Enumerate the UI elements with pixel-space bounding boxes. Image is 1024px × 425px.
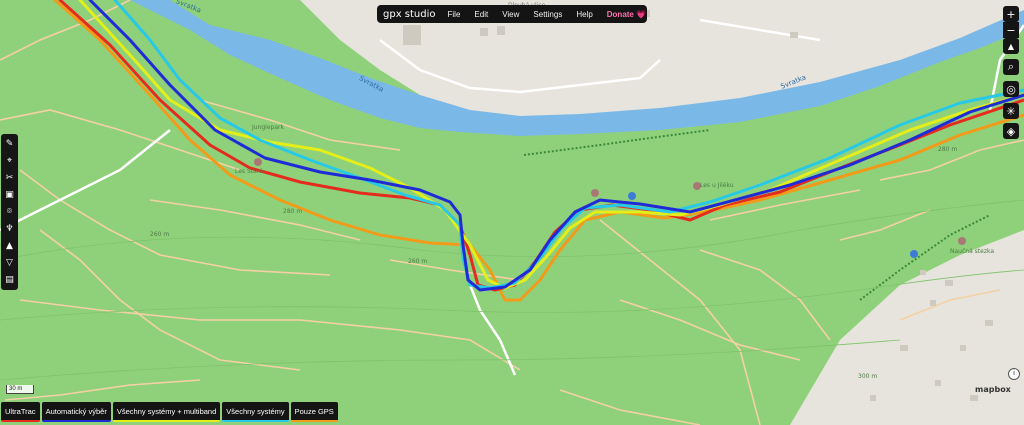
menu-view[interactable]: View bbox=[502, 10, 519, 19]
place-label: Les Staré bbox=[235, 168, 263, 175]
filter-icon[interactable]: ▽ bbox=[1, 254, 18, 271]
contour-label: 280 m bbox=[283, 208, 303, 215]
left-toolbar: ✎ ⌖ ✂ ▣ ⌾ ♆ ▲ ▽ ▤ bbox=[1, 134, 18, 290]
scissors-icon[interactable]: ✂ bbox=[1, 169, 18, 186]
legend-label: UltraTrac bbox=[5, 407, 36, 416]
place-label: Les u Jiléku bbox=[700, 182, 734, 189]
layers-icon[interactable]: ◈ bbox=[1003, 123, 1019, 139]
menu-settings[interactable]: Settings bbox=[533, 10, 562, 19]
legend-label: Všechny systémy bbox=[226, 407, 285, 416]
app-menubar: gpx studio File Edit View Settings Help … bbox=[377, 5, 647, 23]
legend-vsechny-systemy[interactable]: Všechny systémy bbox=[222, 402, 289, 422]
zoom-out-button[interactable]: − bbox=[1003, 22, 1019, 38]
legend-label: Všechny systémy + multiband bbox=[116, 407, 217, 416]
scale-bar: 30 m bbox=[6, 385, 34, 394]
calendar-icon[interactable]: ▣ bbox=[1, 186, 18, 203]
pencil-icon[interactable]: ✎ bbox=[1, 135, 18, 152]
menu-edit[interactable]: Edit bbox=[474, 10, 488, 19]
contour-label: 260 m bbox=[408, 258, 428, 265]
info-icon[interactable]: i bbox=[1008, 368, 1020, 380]
legend-label: Pouze GPS bbox=[294, 407, 334, 416]
trail-label: Naučná stezka bbox=[950, 248, 995, 255]
legend-vsechny-systemy-multiband[interactable]: Všechny systémy + multiband bbox=[112, 402, 221, 422]
donate-button[interactable]: Donate 💗 bbox=[607, 10, 646, 19]
track-legend: UltraTrac Automatický výběr Všechny syst… bbox=[1, 402, 338, 424]
route-icon[interactable]: ♆ bbox=[1, 220, 18, 237]
map-pin-icon[interactable]: ⌖ bbox=[1, 152, 18, 169]
map-canvas[interactable] bbox=[0, 0, 1024, 425]
zoom-in-button[interactable]: + bbox=[1003, 6, 1019, 22]
menu-help[interactable]: Help bbox=[576, 10, 592, 19]
note-icon[interactable]: ▤ bbox=[1, 271, 18, 288]
locate-icon[interactable]: ◎ bbox=[1003, 81, 1019, 97]
menu-file[interactable]: File bbox=[448, 10, 461, 19]
legend-automaticky-vyber[interactable]: Automatický výběr bbox=[41, 402, 111, 422]
mapbox-logo[interactable]: mapbox bbox=[975, 385, 1011, 394]
contour-label: 260 m bbox=[150, 231, 170, 238]
contour-label: 280 m bbox=[938, 146, 958, 153]
legend-ultratrac[interactable]: UltraTrac bbox=[1, 402, 40, 422]
contour-label: 300 m bbox=[858, 373, 878, 380]
gpx-studio-logo[interactable]: gpx studio bbox=[383, 9, 436, 20]
compass-icon[interactable]: ▲ bbox=[1003, 38, 1019, 54]
park-label: Junglepark bbox=[252, 124, 284, 131]
legend-pouze-gps[interactable]: Pouze GPS bbox=[290, 402, 338, 422]
search-icon[interactable]: ⌕ bbox=[1003, 59, 1019, 75]
mountain-icon[interactable]: ▲ bbox=[1, 237, 18, 254]
target-icon[interactable]: ⌾ bbox=[1, 203, 18, 220]
legend-label: Automatický výběr bbox=[45, 407, 107, 416]
street-view-icon[interactable]: ✳ bbox=[1003, 103, 1019, 119]
